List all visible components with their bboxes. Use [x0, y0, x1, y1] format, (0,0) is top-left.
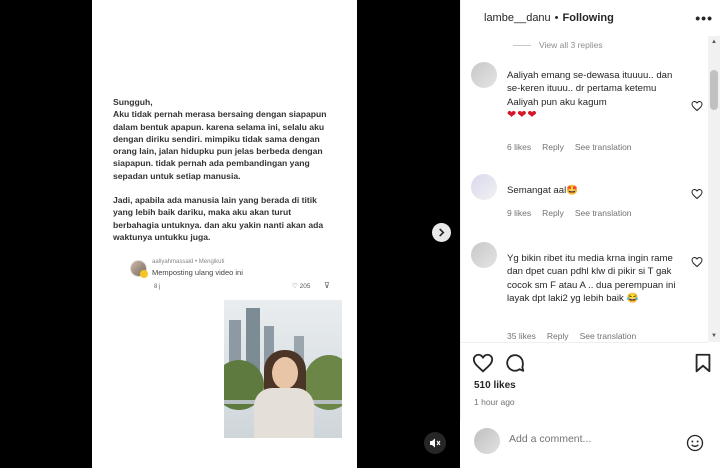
comments-scrollbar[interactable]: ▲ ▼	[708, 36, 720, 342]
add-comment-bar	[460, 420, 720, 468]
post-paragraph-2: Jadi, apabila ada manusia lain yang bera…	[113, 195, 324, 242]
post-time[interactable]: 1 hour ago	[474, 397, 515, 407]
left-backdrop	[0, 0, 92, 468]
mute-icon	[430, 438, 441, 448]
commenter-avatar[interactable]	[471, 174, 497, 200]
scroll-down-icon[interactable]: ▼	[711, 333, 717, 339]
comment-meta: 6 likes Reply See translation	[507, 142, 632, 152]
post-caption-text: Sungguh, Aku tidak pernah merasa bersain…	[113, 96, 333, 255]
follow-button[interactable]: Following	[563, 12, 614, 24]
reply-button[interactable]: Reply	[547, 331, 569, 341]
repost-label: Memposting ulang video ini	[152, 268, 243, 277]
emoji-icon[interactable]	[686, 434, 704, 452]
dislike-icon: ⊽	[324, 281, 330, 290]
comment-input[interactable]	[509, 433, 679, 445]
repost-badge-icon	[140, 270, 148, 278]
comment-likes[interactable]: 6 likes	[507, 142, 531, 152]
comment-body: Aaliyah emang se-dewasa ituuuu.. dan se-…	[507, 70, 673, 108]
post-media[interactable]: Sungguh, Aku tidak pernah merasa bersain…	[92, 0, 357, 468]
repost-likes-count: 205	[299, 283, 311, 290]
comment-likes[interactable]: 35 likes	[507, 331, 536, 341]
header-username[interactable]: lambe__danu	[484, 12, 551, 24]
scrollbar-thumb[interactable]	[710, 70, 718, 110]
post-photo	[224, 300, 342, 438]
next-post-button[interactable]	[432, 223, 451, 242]
reply-button[interactable]: Reply	[542, 208, 564, 218]
header-separator: •	[554, 12, 559, 24]
more-icon[interactable]: •••	[695, 10, 713, 26]
comment-likes[interactable]: 9 likes	[507, 208, 531, 218]
see-translation-button[interactable]: See translation	[575, 142, 632, 152]
view-replies-link[interactable]: View all 3 replies	[513, 40, 603, 50]
see-translation-button[interactable]: See translation	[580, 331, 637, 341]
mute-button[interactable]	[424, 432, 446, 454]
repost-likes: ♡ 205	[292, 283, 311, 290]
comment-body: Semangat aal🤩	[507, 185, 579, 196]
post-paragraph-1: Sungguh, Aku tidak pernah merasa bersain…	[113, 97, 327, 181]
comment-text: Semangat aal🤩	[507, 184, 679, 197]
heart-icon[interactable]	[691, 100, 703, 112]
heart-icon[interactable]	[691, 256, 703, 268]
post-actions	[472, 352, 712, 376]
commenter-avatar[interactable]	[471, 242, 497, 268]
repost-card: aaliyahmassaid • Mengikuti Memposting ul…	[127, 258, 337, 300]
comments-list[interactable]: View all 3 replies Aaliyah emang se-dewa…	[461, 36, 709, 342]
bookmark-icon[interactable]	[692, 352, 714, 374]
comment-text: Aaliyah emang se-dewasa ituuuu.. dan se-…	[507, 69, 679, 122]
view-replies-label: View all 3 replies	[539, 40, 603, 50]
commenter-avatar[interactable]	[471, 62, 497, 88]
likes-count[interactable]: 510 likes	[474, 380, 516, 391]
comment-body: Yg bikin ribet itu media krna ingin rame…	[507, 253, 676, 304]
comment-meta: 35 likes Reply See translation	[507, 331, 636, 341]
divider	[460, 342, 708, 343]
repost-time: 8 j	[154, 284, 161, 290]
comment-meta: 9 likes Reply See translation	[507, 208, 632, 218]
heart-emojis: ❤❤❤	[507, 108, 538, 121]
reply-button[interactable]: Reply	[542, 142, 564, 152]
comment-icon[interactable]	[504, 352, 526, 374]
comment-text: Yg bikin ribet itu media krna ingin rame…	[507, 252, 679, 305]
see-translation-button[interactable]: See translation	[575, 208, 632, 218]
repost-username: aaliyahmassaid • Mengikuti	[152, 259, 225, 265]
scroll-up-icon[interactable]: ▲	[711, 39, 717, 45]
current-user-avatar	[474, 428, 500, 454]
heart-icon[interactable]	[691, 188, 703, 200]
post-header: lambe__danu • Following •••	[461, 0, 720, 36]
heart-icon[interactable]	[472, 352, 494, 374]
chevron-right-icon	[439, 228, 445, 237]
